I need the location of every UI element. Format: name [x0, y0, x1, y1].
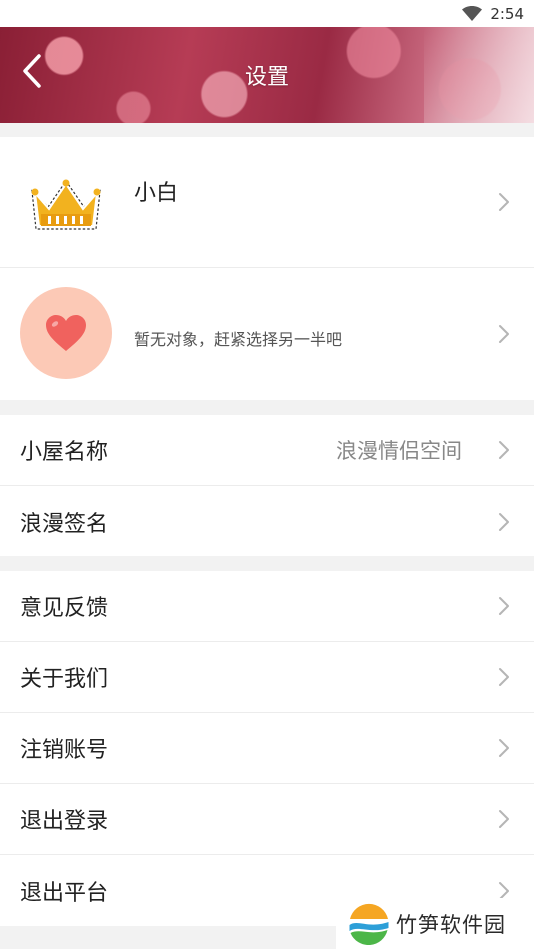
profile-section: 小白 暂无对象，赶紧选择另一半吧: [0, 137, 534, 400]
chevron-right-icon: [499, 668, 509, 686]
row-label: 注销账号: [20, 738, 109, 763]
row-label: 退出平台: [20, 880, 109, 906]
row-label: 退出登录: [20, 809, 109, 834]
row-label: 小屋名称: [20, 440, 109, 465]
row-label: 关于我们: [20, 667, 109, 692]
settings-row-delete-account[interactable]: 注销账号: [0, 713, 534, 784]
chevron-right-icon: [499, 193, 509, 211]
partner-avatar: [20, 287, 112, 379]
page-title: 设置: [244, 65, 289, 90]
chevron-right-icon: [499, 325, 509, 343]
heart-icon: [46, 315, 86, 351]
chevron-right-icon: [499, 512, 509, 531]
settings-row-house-name[interactable]: 小屋名称 浪漫情侣空间: [0, 415, 534, 486]
settings-row-logout[interactable]: 退出登录: [0, 784, 534, 855]
row-label: 浪漫签名: [20, 511, 109, 537]
header-banner: 设置: [0, 27, 534, 123]
row-value: 浪漫情侣空间: [336, 439, 462, 463]
watermark: 竹笋软件园: [336, 898, 534, 949]
chevron-right-icon: [499, 597, 509, 615]
watermark-logo-icon: [349, 903, 389, 945]
row-label: 意见反馈: [20, 596, 109, 621]
settings-row-about[interactable]: 关于我们: [0, 642, 534, 713]
username: 小白: [134, 181, 179, 206]
partner-row[interactable]: 暂无对象，赶紧选择另一半吧: [0, 268, 534, 400]
watermark-text: 竹笋软件园: [396, 912, 506, 937]
house-section: 小屋名称 浪漫情侣空间 浪漫签名: [0, 415, 534, 556]
partner-status-text: 暂无对象，赶紧选择另一半吧: [134, 330, 343, 349]
chevron-right-icon: [499, 739, 509, 757]
misc-section: 意见反馈 关于我们 注销账号 退出登录 退出平台: [0, 571, 534, 926]
avatar: [20, 159, 112, 251]
settings-row-signature[interactable]: 浪漫签名: [0, 486, 534, 557]
status-bar: 2:54: [0, 0, 534, 27]
profile-row[interactable]: 小白: [0, 137, 534, 268]
chevron-right-icon: [499, 441, 509, 459]
settings-row-feedback[interactable]: 意见反馈: [0, 571, 534, 642]
status-time: 2:54: [490, 4, 524, 23]
crown-icon: [31, 179, 101, 230]
chevron-right-icon: [499, 810, 509, 828]
wifi-icon: [462, 5, 483, 21]
